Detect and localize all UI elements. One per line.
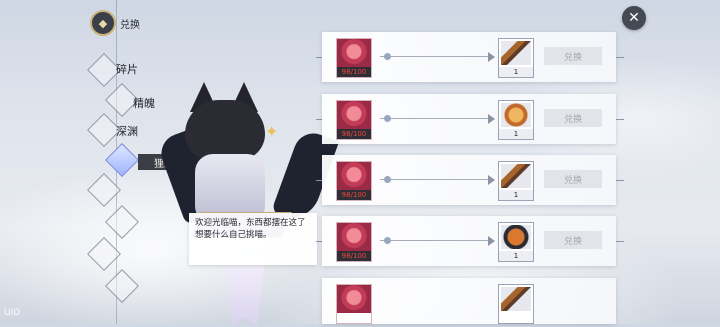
- cost-item[interactable]: [336, 284, 372, 324]
- cost-count: 98/100: [337, 67, 371, 77]
- character-ribbon: [225, 257, 265, 327]
- cost-item[interactable]: 98/100: [336, 222, 372, 262]
- exchange-arrow: [380, 56, 494, 57]
- row-connector: [616, 119, 624, 120]
- row-connector: [616, 241, 624, 242]
- reward-item-icon: [501, 225, 531, 249]
- cost-item[interactable]: 98/100: [336, 100, 372, 140]
- reward-item-icon: [501, 41, 531, 65]
- exchange-arrow: [380, 118, 494, 119]
- exchange-row: 98/100 1 兑换: [322, 216, 616, 266]
- page-header: ◆ 兑换: [90, 10, 140, 36]
- arrow-dot: [384, 53, 391, 60]
- cost-item-icon: [337, 162, 371, 190]
- arrow-dot: [384, 115, 391, 122]
- cost-count: 98/100: [337, 129, 371, 139]
- nav-item-abyss[interactable]: 深渊: [116, 123, 138, 139]
- row-connector: [616, 57, 624, 58]
- reward-count: 1: [499, 129, 533, 139]
- exchange-button[interactable]: 兑换: [544, 170, 602, 188]
- close-button[interactable]: ✕: [622, 6, 646, 30]
- cost-item-icon: [337, 223, 371, 251]
- page-title: 兑换: [120, 19, 140, 31]
- arrow-right-icon: [488, 236, 495, 246]
- exchange-button[interactable]: 兑换: [544, 231, 602, 249]
- cost-item[interactable]: 98/100: [336, 161, 372, 201]
- exchange-row: 98/100 1 兑换: [322, 94, 616, 144]
- nav-diamond-extra-2[interactable]: [105, 205, 139, 239]
- cost-item-icon: [337, 285, 371, 313]
- exchange-button[interactable]: 兑换: [544, 47, 602, 65]
- reward-item-icon: [501, 103, 531, 127]
- uid-label: UID: [4, 308, 21, 318]
- reward-item[interactable]: 1: [498, 100, 534, 140]
- reward-item-icon: [501, 287, 531, 311]
- reward-item-icon: [501, 164, 531, 188]
- cost-count: 98/100: [337, 190, 371, 200]
- exchange-arrow: [380, 240, 494, 241]
- reward-count: 1: [499, 251, 533, 261]
- exchange-row: 98/100 1 兑换: [322, 32, 616, 82]
- reward-count: 1: [499, 190, 533, 200]
- cost-item[interactable]: 98/100: [336, 38, 372, 78]
- arrow-dot: [384, 176, 391, 183]
- nav-diamond-lihong[interactable]: [105, 143, 139, 177]
- reward-count: 1: [499, 67, 533, 77]
- exchange-button[interactable]: 兑换: [544, 109, 602, 127]
- merchant-speech-bubble: 欢迎光临喵，东西都摆在这了想要什么自己挑喵。: [189, 213, 317, 265]
- arrow-right-icon: [488, 52, 495, 62]
- row-connector: [616, 180, 624, 181]
- arrow-right-icon: [488, 175, 495, 185]
- reward-item[interactable]: 1: [498, 222, 534, 262]
- cost-count: 98/100: [337, 251, 371, 261]
- character-head: [185, 100, 265, 160]
- reward-item[interactable]: 1: [498, 161, 534, 201]
- exchange-row: 98/100 1 兑换: [322, 155, 616, 205]
- nav-item-fragments[interactable]: 碎片: [116, 61, 138, 77]
- nav-item-essence[interactable]: 精魄: [133, 95, 155, 111]
- reward-item[interactable]: 1: [498, 38, 534, 78]
- exchange-row: [322, 278, 616, 324]
- arrow-dot: [384, 237, 391, 244]
- reward-item[interactable]: [498, 284, 534, 324]
- merchant-character: ✦: [155, 72, 340, 327]
- exchange-arrow: [380, 179, 494, 180]
- arrow-right-icon: [488, 114, 495, 124]
- cost-item-icon: [337, 39, 371, 67]
- nav-diamond-extra-4[interactable]: [105, 269, 139, 303]
- exchange-badge-icon: ◆: [90, 10, 116, 36]
- cost-item-icon: [337, 101, 371, 129]
- close-icon: ✕: [628, 10, 640, 26]
- sparkle-icon: ✦: [265, 122, 279, 141]
